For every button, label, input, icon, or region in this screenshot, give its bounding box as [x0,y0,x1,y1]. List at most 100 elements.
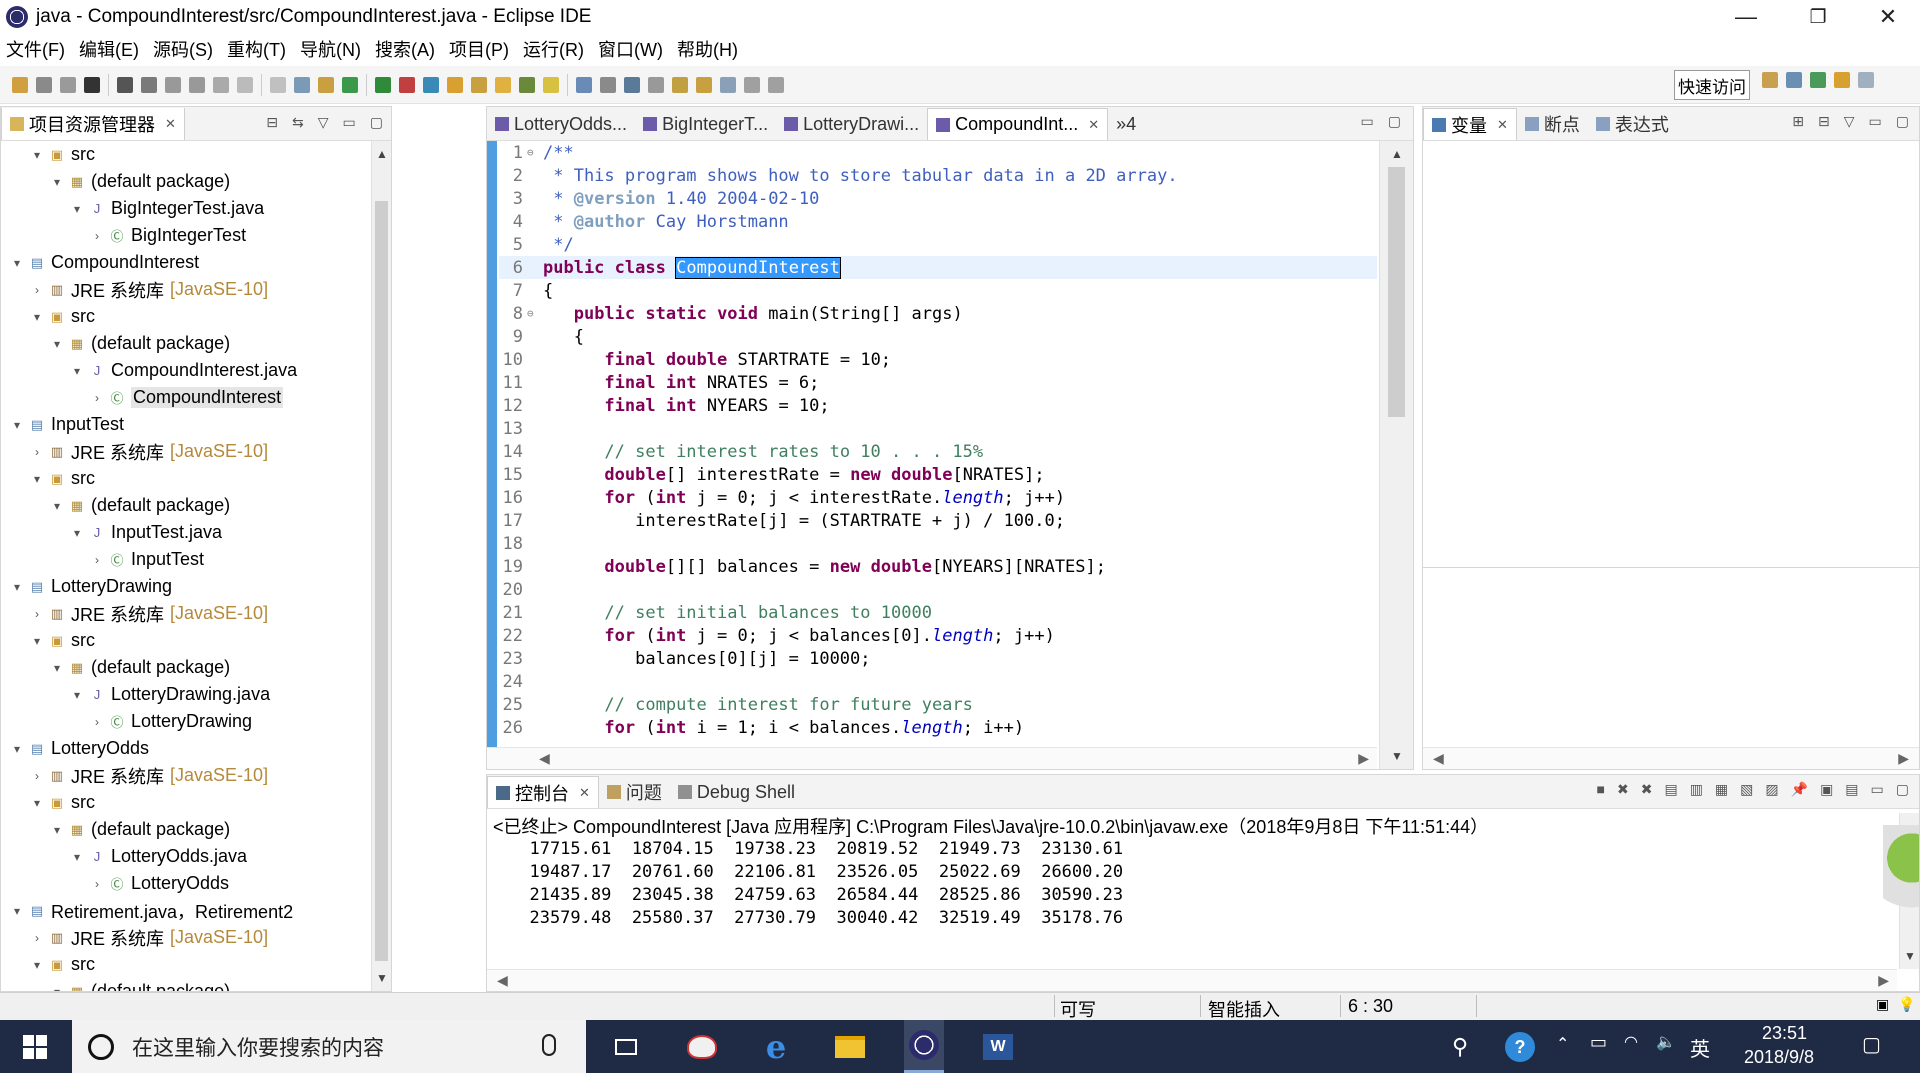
expanded-chevron-icon[interactable]: ▾ [9,580,25,594]
start-button[interactable] [0,1020,70,1073]
expanded-chevron-icon[interactable]: ▾ [29,958,45,972]
expanded-chevron-icon[interactable]: ▾ [69,364,85,378]
toolbar-button-icon[interactable] [318,76,334,93]
remove-all-icon[interactable]: ✖ [1641,781,1653,798]
tree-item[interactable]: ▾ ▦ (default package) [1,168,369,195]
code-line[interactable]: 19 double[][] balances = new double[NYEA… [499,555,1377,578]
tree-item[interactable]: ▾ ▦ (default package) [1,816,369,843]
scroll-thumb[interactable] [375,201,388,961]
toolbar-button-icon[interactable] [189,76,205,93]
code-line[interactable]: 15 double[] interestRate = new double[NR… [499,463,1377,486]
pin-console-icon[interactable]: 📌 [1791,781,1808,798]
java-perspective-icon[interactable] [1786,72,1802,88]
show-type-names-icon[interactable]: ⊞ [1792,113,1804,130]
collapse-all-icon[interactable]: ⊟ [1818,113,1830,130]
toolbar-button-icon[interactable] [270,76,286,93]
heap-status-icon[interactable]: ▣ [1876,996,1889,1013]
toolbar-button-icon[interactable] [447,76,463,93]
code-line[interactable]: 11 final int NRATES = 6; [499,371,1377,394]
action-center-icon[interactable]: ▢ [1862,1032,1881,1057]
paint-app-icon[interactable] [682,1028,722,1066]
scroll-left-icon[interactable]: ◀ [1433,750,1444,767]
expanded-chevron-icon[interactable]: ▾ [69,202,85,216]
minimize-view-icon[interactable]: ▭ [343,114,356,131]
code-line[interactable]: 18 [499,532,1377,555]
toolbar-button-icon[interactable] [543,76,559,93]
tree-item[interactable]: ▾ ▦ (default package) [1,978,369,991]
collapsed-chevron-icon[interactable]: › [29,283,45,297]
people-icon[interactable]: ⚲ [1440,1028,1480,1066]
maximize-view-icon[interactable]: ▢ [370,114,383,131]
display-console-icon[interactable]: ▣ [1820,781,1833,798]
toolbar-button-icon[interactable] [342,76,358,93]
code-line[interactable]: 5 */ [499,233,1377,256]
file-explorer-icon[interactable] [830,1028,870,1066]
expanded-chevron-icon[interactable]: ▾ [9,904,25,918]
collapsed-chevron-icon[interactable]: › [89,715,105,729]
toolbar-button-icon[interactable] [36,76,52,93]
clock-time[interactable]: 23:51 [1762,1023,1807,1044]
menu-item-1[interactable]: 编辑(E) [79,36,139,62]
show-on-output-icon[interactable]: ▧ [1740,781,1753,798]
scroll-up-icon[interactable]: ▲ [372,147,392,161]
code-line[interactable]: 3 * @version 1.40 2004-02-10 [499,187,1377,210]
expanded-chevron-icon[interactable]: ▾ [49,985,65,992]
tree-item[interactable]: › ▥ JRE 系统库 [JavaSE-10] [1,600,369,627]
toolbar-button-icon[interactable] [744,76,760,93]
console-horizontal-scrollbar[interactable]: ◀ ▶ [487,969,1897,991]
toolbar-button-icon[interactable] [117,76,133,93]
code-line[interactable]: 4 * @author Cay Horstmann [499,210,1377,233]
remove-launch-icon[interactable]: ✖ [1617,781,1629,798]
maximize-button[interactable]: ❐ [1782,0,1854,34]
tree-item[interactable]: ▾ ▦ (default package) [1,492,369,519]
collapsed-chevron-icon[interactable]: › [89,391,105,405]
toolbar-button-icon[interactable] [375,76,391,93]
show-on-error-icon[interactable]: ▨ [1765,781,1778,798]
toolbar-button-icon[interactable] [648,76,664,93]
editor-vertical-scrollbar[interactable]: ▲ ▼ [1379,141,1413,769]
taskbar-search-box[interactable]: 在这里输入你要搜索的内容 [72,1020,586,1073]
expanded-chevron-icon[interactable]: ▾ [49,337,65,351]
menu-item-2[interactable]: 源码(S) [153,36,213,62]
tab-2[interactable]: Debug Shell [670,776,803,808]
collapsed-chevron-icon[interactable]: › [29,769,45,783]
tree-item[interactable]: › ▥ JRE 系统库 [JavaSE-10] [1,924,369,951]
toolbar-button-icon[interactable] [768,76,784,93]
toolbar-button-icon[interactable] [576,76,592,93]
expanded-chevron-icon[interactable]: ▾ [29,472,45,486]
scroll-right-icon[interactable]: ▶ [1878,972,1889,989]
code-line[interactable]: 13 [499,417,1377,440]
minimize-view-icon[interactable]: ▭ [1361,113,1374,130]
tab-2[interactable]: 表达式 [1588,108,1677,140]
close-icon[interactable]: ✕ [1497,117,1508,133]
minimize-view-icon[interactable]: ▭ [1871,781,1884,798]
code-line[interactable]: 26 for (int i = 1; i < balances.length; … [499,716,1377,739]
clock-date[interactable]: 2018/9/8 [1744,1047,1814,1068]
quick-access-field[interactable]: 快速访问 [1674,70,1750,100]
tree-item[interactable]: ▾ ▣ src [1,303,369,330]
expanded-chevron-icon[interactable]: ▾ [9,256,25,270]
tip-icon[interactable]: 💡 [1898,996,1915,1013]
code-line[interactable]: 16 for (int j = 0; j < interestRate.leng… [499,486,1377,509]
resource-perspective-icon[interactable] [1834,72,1850,88]
toolbar-button-icon[interactable] [519,76,535,93]
debug-horizontal-scrollbar[interactable]: ◀ ▶ [1423,747,1919,769]
menu-item-4[interactable]: 导航(N) [300,36,361,62]
code-line[interactable]: 1 ⊖ /** [499,141,1377,164]
toolbar-button-icon[interactable] [237,76,253,93]
debug-perspective-icon[interactable] [1810,72,1826,88]
toolbar-button-icon[interactable] [720,76,736,93]
tree-item[interactable]: › Ⓒ LotteryDrawing [1,708,369,735]
tree-item[interactable]: › Ⓒ BigIntegerTest [1,222,369,249]
tree-item[interactable]: ▾ ▤ LotteryOdds [1,735,369,762]
expanded-chevron-icon[interactable]: ▾ [9,418,25,432]
battery-icon[interactable]: ▭ [1590,1032,1607,1053]
collapsed-chevron-icon[interactable]: › [89,553,105,567]
tree-item[interactable]: ▾ J InputTest.java [1,519,369,546]
code-line[interactable]: 6 public class CompoundInterest [499,256,1377,279]
collapse-all-icon[interactable]: ⊟ [266,114,278,131]
tab-3[interactable]: CompoundInt... ✕ [927,108,1109,140]
toolbar-button-icon[interactable] [294,76,310,93]
tree-item[interactable]: ▾ J CompoundInterest.java [1,357,369,384]
variables-detail-pane[interactable] [1423,568,1919,769]
